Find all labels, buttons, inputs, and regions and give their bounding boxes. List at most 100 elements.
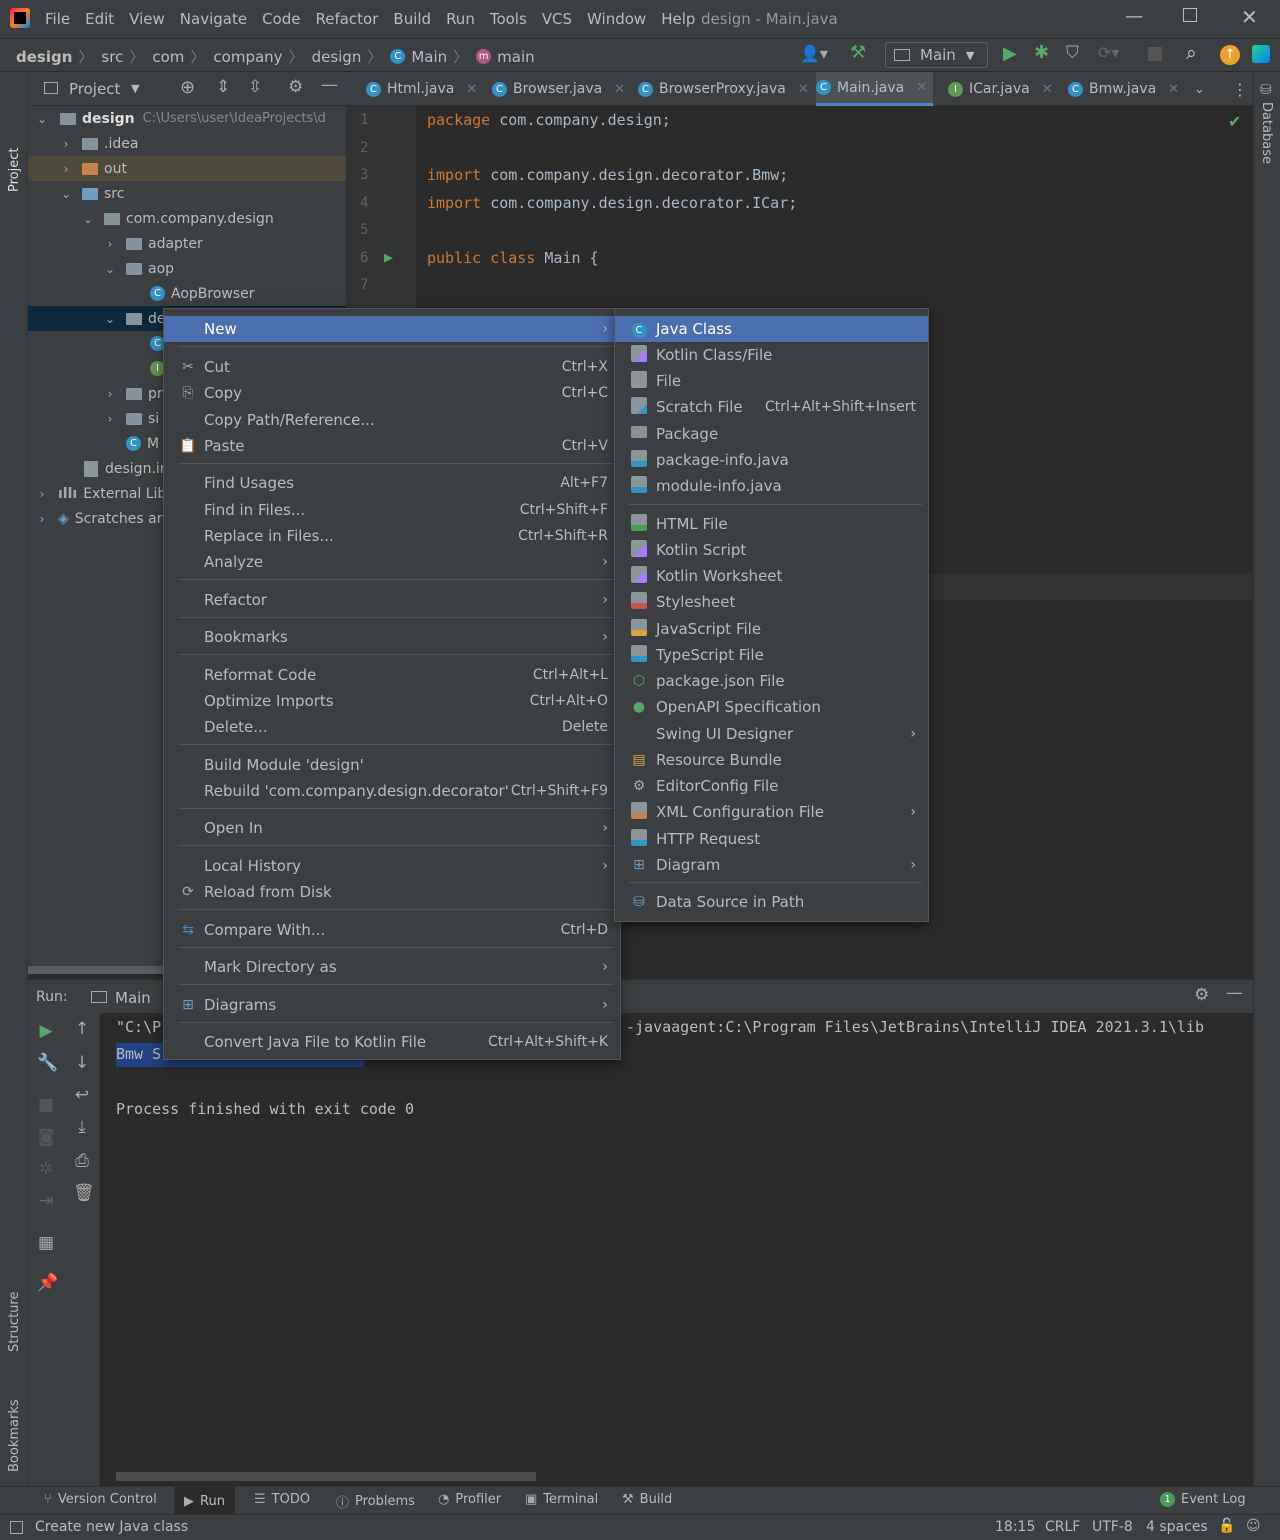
search-icon[interactable]: ⌕ — [1186, 42, 1197, 64]
submenu-item-swing[interactable]: Swing UI Designer › — [615, 721, 928, 747]
tree-node-iml[interactable]: design.in — [84, 456, 169, 481]
menu-item-cut[interactable]: ✂ Cut Ctrl+X — [164, 354, 620, 380]
expand-all-icon[interactable]: ⇕ — [216, 77, 230, 97]
submenu-item-data-source[interactable]: ⛁ Data Source in Path — [615, 889, 928, 915]
profile-icon[interactable]: ⟳▾ — [1098, 43, 1119, 62]
close-icon[interactable]: ✕ — [466, 82, 477, 97]
update-icon[interactable]: ↑ — [1220, 45, 1240, 65]
scroll-to-end-icon[interactable]: ⤓ — [73, 1117, 91, 1137]
tree-node-out[interactable]: › out — [28, 156, 346, 181]
tree-node-root[interactable]: ⌄ design C:\Users\user\IdeaProjects\d — [34, 106, 326, 131]
menu-run[interactable]: Run — [446, 10, 475, 28]
locate-icon[interactable]: ⊕ — [180, 77, 195, 98]
chevron-down-icon[interactable]: ▼ — [131, 82, 139, 95]
maximize-icon[interactable] — [1183, 8, 1197, 22]
submenu-item-stylesheet[interactable]: Stylesheet — [615, 589, 928, 615]
breadcrumb-item[interactable]: Main — [411, 48, 447, 66]
exit-icon[interactable]: ⇥ — [37, 1191, 55, 1211]
inspector-icon[interactable]: ☺ — [1246, 1518, 1261, 1534]
run-tool-button[interactable]: ▶ Run — [174, 1487, 235, 1515]
minimize-icon[interactable]: — — [1125, 6, 1143, 27]
gear-icon[interactable]: ⚙ — [288, 77, 303, 97]
submenu-item-diagram[interactable]: ⊞ Diagram › — [615, 852, 928, 878]
submenu-item-resource-bundle[interactable]: ▤ Resource Bundle — [615, 747, 928, 773]
more-icon[interactable]: ⋮ — [1232, 72, 1248, 106]
menu-navigate[interactable]: Navigate — [180, 10, 247, 28]
tree-node-main[interactable]: CM — [126, 431, 159, 456]
breadcrumb-item[interactable]: src — [101, 48, 123, 66]
close-icon[interactable]: ✕ — [916, 80, 927, 95]
menu-tools[interactable]: Tools — [490, 10, 527, 28]
submenu-item-kotlin-class[interactable]: Kotlin Class/File — [615, 342, 928, 368]
breadcrumb-item[interactable]: design — [312, 48, 362, 66]
submenu-item-scratch[interactable]: Scratch File Ctrl+Alt+Shift+Insert — [615, 394, 928, 420]
pin-icon[interactable]: 📌 — [37, 1273, 58, 1293]
menu-item-rebuild[interactable]: Rebuild 'com.company.design.decorator' Ct… — [164, 778, 620, 804]
menu-item-find-in-files[interactable]: Find in Files... Ctrl+Shift+F — [164, 497, 620, 523]
hide-icon[interactable]: — — [321, 75, 338, 95]
menu-item-refactor[interactable]: Refactor › — [164, 587, 620, 613]
close-icon[interactable]: ✕ — [798, 82, 809, 97]
event-log-button[interactable]: 1 Event Log — [1160, 1492, 1246, 1507]
rerun-icon[interactable]: ▶ — [37, 1021, 55, 1041]
project-view-select[interactable]: Project — [69, 80, 120, 98]
menu-vcs[interactable]: VCS — [542, 10, 572, 28]
tab-bmw-java[interactable]: C Bmw.java ✕ — [1068, 72, 1179, 106]
terminal-button[interactable]: ▣ Terminal — [525, 1492, 598, 1507]
menu-item-reload[interactable]: ⟳ Reload from Disk — [164, 879, 620, 905]
tab-main-java[interactable]: C Main.java ✕ — [816, 72, 934, 106]
menu-item-new[interactable]: New › — [164, 316, 620, 342]
submenu-item-file[interactable]: File — [615, 368, 928, 394]
menu-item-reformat[interactable]: Reformat Code Ctrl+Alt+L — [164, 662, 620, 688]
run-gutter-icon[interactable]: ▶ — [384, 248, 393, 266]
user-icon[interactable]: 👤▾ — [800, 44, 828, 63]
breadcrumb-item[interactable]: company — [213, 48, 282, 66]
menu-item-find-usages[interactable]: Find Usages Alt+F7 — [164, 470, 620, 496]
caret-position[interactable]: 18:15 — [995, 1519, 1035, 1535]
build-button[interactable]: ⚒ Build — [622, 1492, 672, 1507]
profiler-button[interactable]: ◔ Profiler — [438, 1492, 501, 1507]
tab-browserproxy-java[interactable]: C BrowserProxy.java ✕ — [638, 72, 809, 106]
menu-code[interactable]: Code — [262, 10, 300, 28]
menu-view[interactable]: View — [129, 10, 165, 28]
submenu-item-http-request[interactable]: HTTP Request — [615, 826, 928, 852]
menu-item-paste[interactable]: 📋 Paste Ctrl+V — [164, 433, 620, 459]
run-icon[interactable]: ▶ — [1003, 43, 1017, 64]
hide-icon[interactable]: — — [1226, 983, 1243, 1003]
breadcrumb-item[interactable]: design — [16, 48, 72, 66]
close-icon[interactable]: ✕ — [1241, 5, 1258, 29]
menu-refactor[interactable]: Refactor — [315, 10, 378, 28]
submenu-item-editorconfig[interactable]: ⚙ EditorConfig File — [615, 773, 928, 799]
menu-item-mark-directory[interactable]: Mark Directory as › — [164, 954, 620, 980]
gear-icon[interactable]: ⚙ — [1194, 985, 1209, 1005]
menu-edit[interactable]: Edit — [85, 10, 114, 28]
menu-item-optimize-imports[interactable]: Optimize Imports Ctrl+Alt+O — [164, 688, 620, 714]
submenu-item-package[interactable]: Package — [615, 421, 928, 447]
todo-button[interactable]: ☰ TODO — [254, 1492, 310, 1507]
menu-item-diagrams[interactable]: ⊞ Diagrams › — [164, 992, 620, 1018]
submenu-item-kotlin-script[interactable]: Kotlin Script — [615, 537, 928, 563]
tree-node-external-libs[interactable]: › ıllı External Libr — [34, 481, 172, 506]
submenu-item-xml-config[interactable]: XML Configuration File › — [615, 799, 928, 825]
arrow-down-icon[interactable]: ↓ — [73, 1053, 91, 1073]
tree-node-aopbrowser[interactable]: C AopBrowser — [150, 281, 255, 306]
settings-icon[interactable]: ✲ — [37, 1159, 55, 1179]
submenu-item-html[interactable]: HTML File — [615, 511, 928, 537]
submenu-item-typescript[interactable]: TypeScript File — [615, 642, 928, 668]
submenu-item-module-info[interactable]: module-info.java — [615, 473, 928, 499]
tree-node-src[interactable]: ⌄ src — [58, 181, 124, 206]
run-config-select[interactable]: Main ▼ — [885, 42, 988, 68]
menu-item-build-module[interactable]: Build Module 'design' — [164, 752, 620, 778]
version-control-button[interactable]: ⑂ Version Control — [44, 1492, 157, 1507]
submenu-item-java-class[interactable]: C Java Class — [615, 316, 928, 342]
database-tool-button[interactable]: Database — [1259, 102, 1274, 164]
camera-icon[interactable]: ◙ — [37, 1127, 55, 1147]
toolbox-icon[interactable] — [1252, 45, 1270, 63]
submenu-item-package-info[interactable]: package-info.java — [615, 447, 928, 473]
stop-icon[interactable] — [1148, 47, 1162, 61]
close-icon[interactable]: ✕ — [614, 82, 625, 97]
tree-node-idea[interactable]: › .idea — [58, 131, 139, 156]
menu-item-local-history[interactable]: Local History › — [164, 853, 620, 879]
menu-item-open-in[interactable]: Open In › — [164, 815, 620, 841]
debug-icon[interactable]: ✱ — [1034, 42, 1049, 63]
